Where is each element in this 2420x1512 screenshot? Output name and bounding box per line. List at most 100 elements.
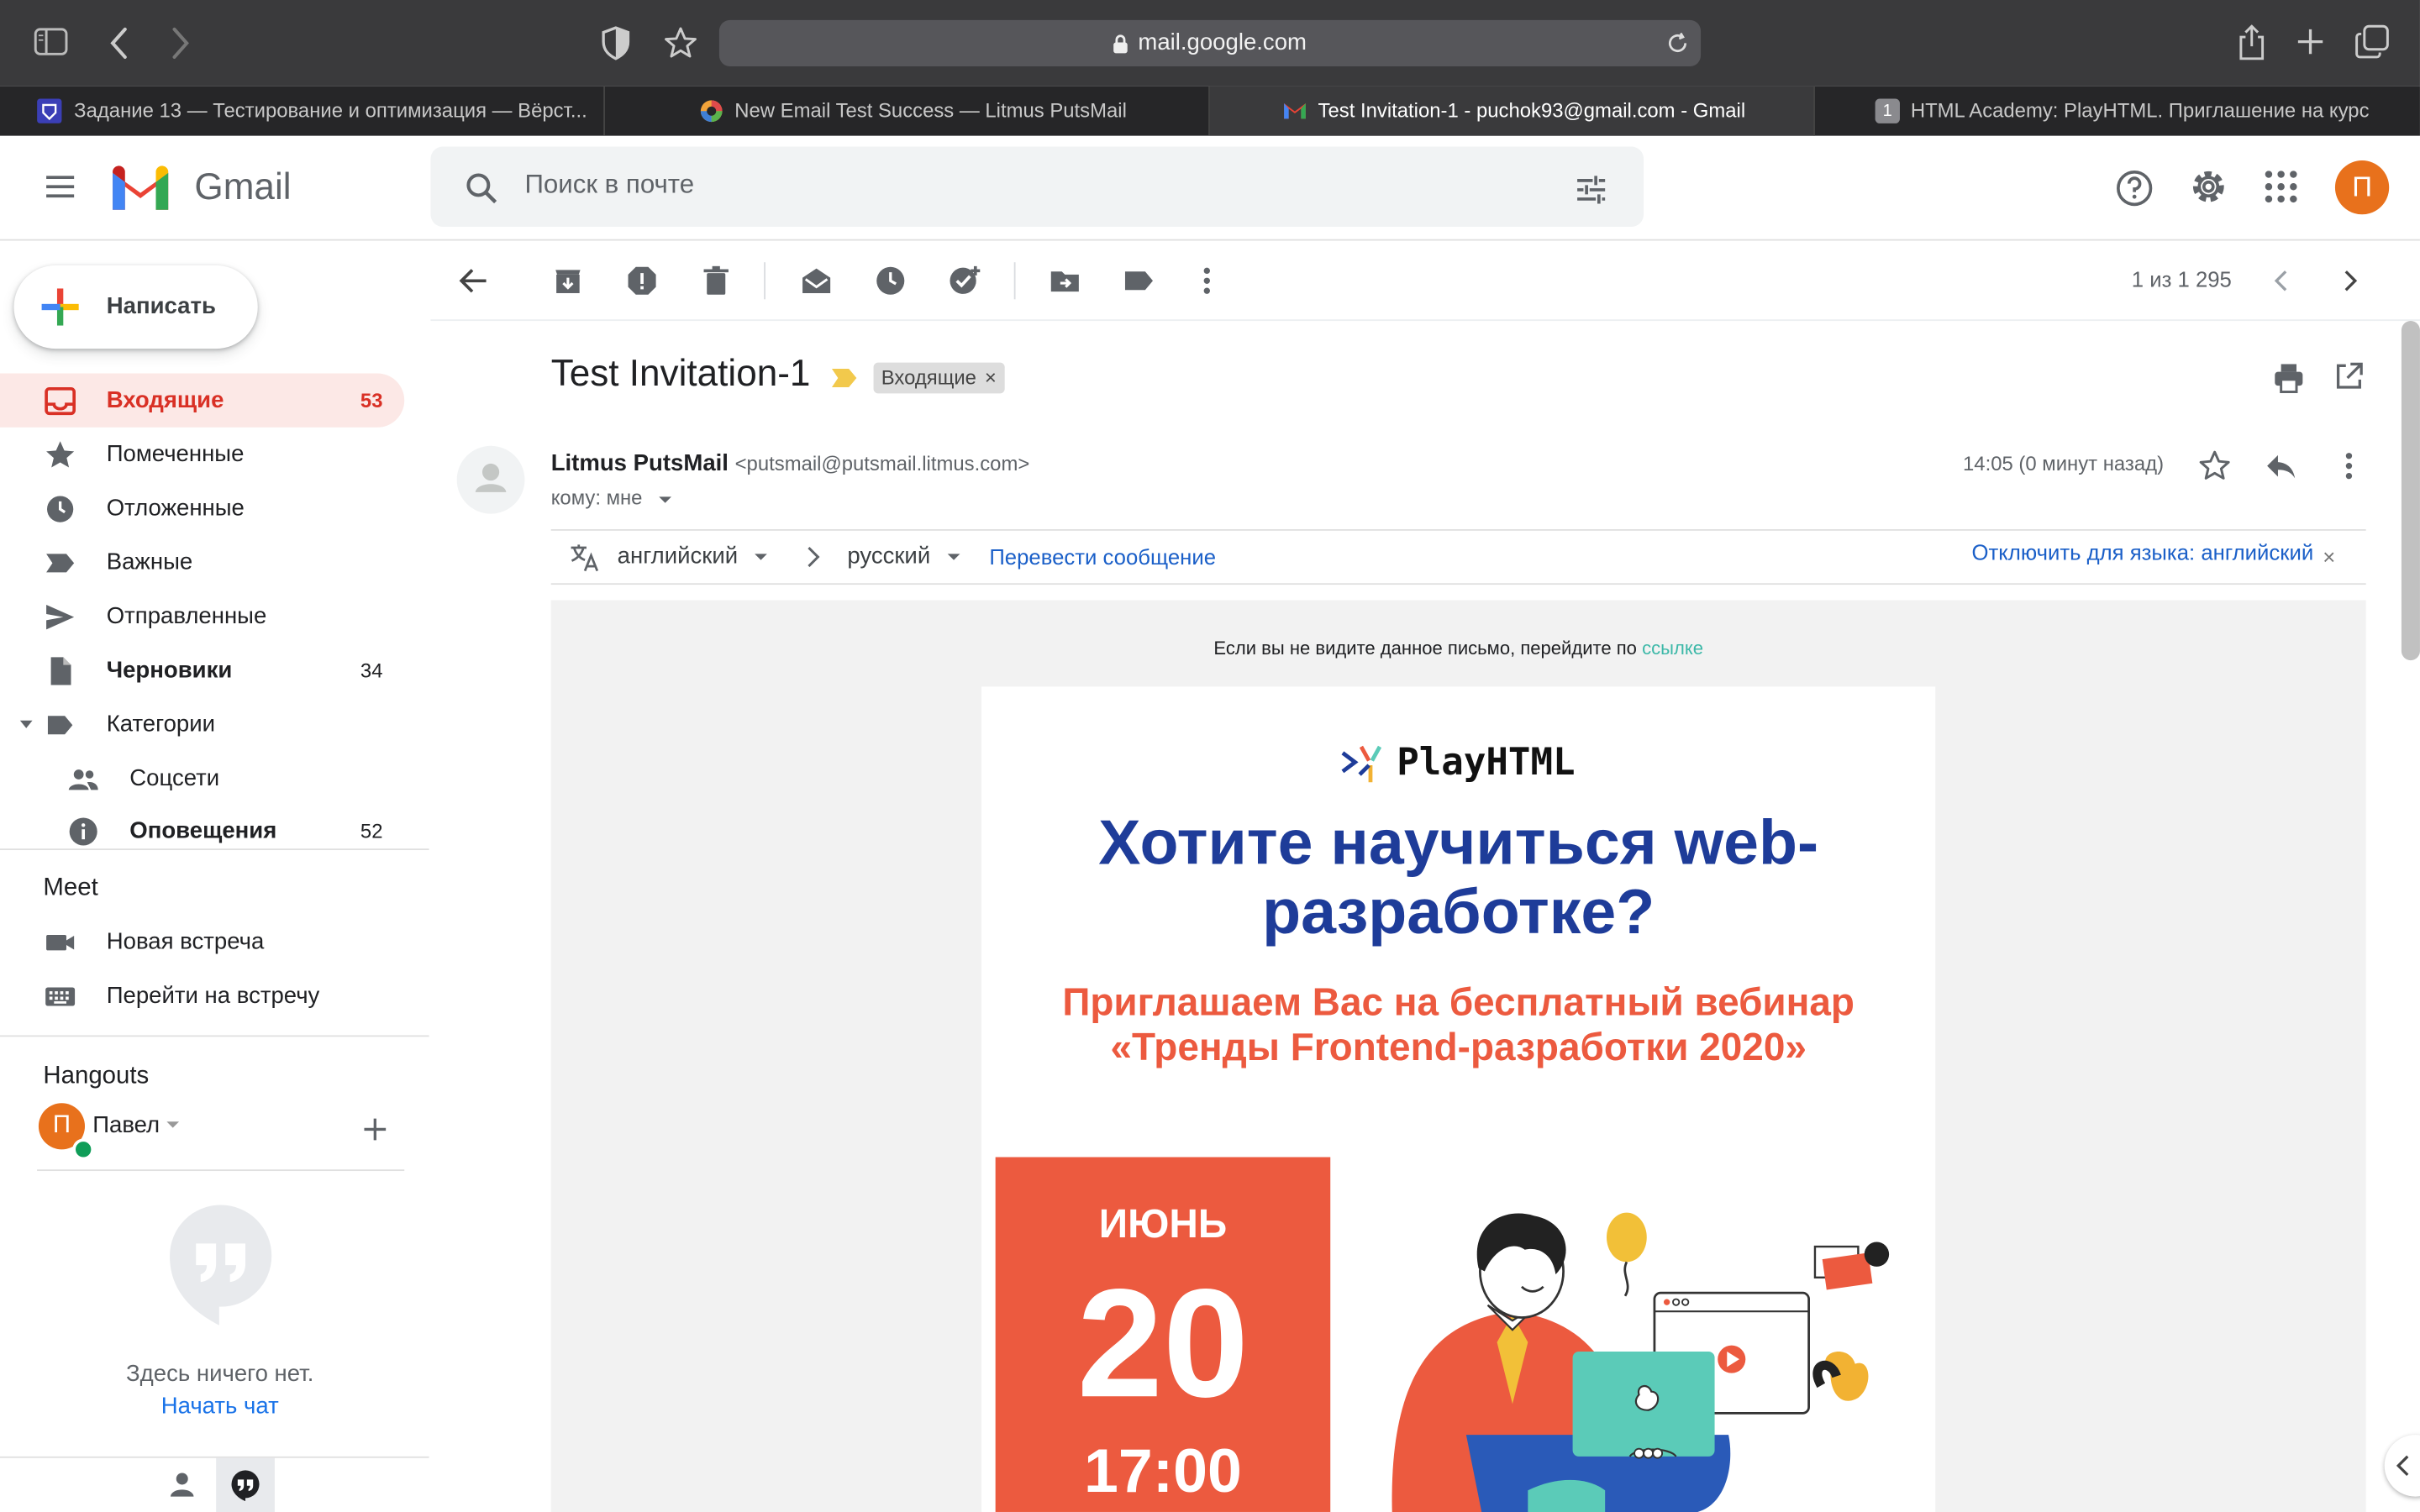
move-to-icon[interactable] bbox=[1048, 264, 1081, 297]
shield-icon[interactable] bbox=[602, 26, 630, 60]
page-scrollbar-thumb[interactable] bbox=[2401, 321, 2420, 661]
inbox-label-chip[interactable]: Входящие × bbox=[873, 362, 1005, 394]
translate-icon bbox=[568, 540, 602, 574]
sidebar-item-categories[interactable]: Категории bbox=[0, 697, 404, 751]
sender-name[interactable]: Litmus PutsMail bbox=[551, 450, 729, 476]
reply-icon[interactable] bbox=[2264, 450, 2297, 481]
delete-icon[interactable] bbox=[699, 264, 733, 297]
target-language-label: русский bbox=[847, 543, 931, 570]
tab-gmail[interactable]: Test Invitation-1 - puchok93@gmail.com -… bbox=[1209, 86, 1815, 136]
draft-icon bbox=[43, 654, 76, 688]
tab-htmlacademy-task[interactable]: Задание 13 — Тестирование и оптимизация … bbox=[0, 86, 605, 136]
chevron-left-icon bbox=[2394, 1453, 2412, 1478]
message-more-icon[interactable] bbox=[2332, 449, 2365, 482]
side-panel-toggle[interactable] bbox=[2384, 1435, 2420, 1497]
address-bar[interactable]: mail.google.com bbox=[718, 19, 1702, 66]
bookmark-star-icon[interactable] bbox=[664, 26, 697, 60]
preheader-link[interactable]: ссылке bbox=[1642, 638, 1703, 659]
expand-arrow-icon[interactable] bbox=[18, 719, 34, 730]
older-chevron-icon[interactable] bbox=[2332, 264, 2365, 297]
hangouts-user-name[interactable]: Павел bbox=[92, 1112, 160, 1138]
sidebar-item-label: Отправленные bbox=[106, 603, 267, 630]
add-contact-icon[interactable] bbox=[363, 1117, 387, 1142]
account-avatar[interactable]: П bbox=[2334, 160, 2390, 215]
hangouts-tab-button[interactable] bbox=[216, 1457, 275, 1512]
label-as-icon[interactable] bbox=[1122, 264, 1155, 297]
email-subheadline: Приглашаем Вас на бесплатный вебинар «Тр… bbox=[1062, 981, 1854, 1069]
recipient-text: кому: мне bbox=[550, 486, 643, 510]
user-dropdown-icon[interactable] bbox=[166, 1120, 181, 1129]
snooze-icon[interactable] bbox=[874, 264, 908, 297]
star-message-icon[interactable] bbox=[2197, 449, 2231, 482]
tab-litmus-putsmail[interactable]: New Email Test Success — Litmus PutsMail bbox=[605, 86, 1210, 136]
disable-translation-link[interactable]: Отключить для языка: английский bbox=[1806, 540, 2314, 564]
sidebar-item-label: Помеченные bbox=[106, 441, 245, 468]
sidebar-item-inbox[interactable]: Входящие 53 bbox=[0, 373, 405, 428]
sidebar-toggle-icon[interactable] bbox=[34, 28, 68, 55]
sidebar-item-starred[interactable]: Помеченные bbox=[0, 428, 404, 481]
settings-gear-icon[interactable] bbox=[2188, 166, 2228, 207]
event-time: 17:00 bbox=[1083, 1437, 1242, 1506]
report-spam-icon[interactable] bbox=[625, 264, 659, 297]
importance-marker-icon[interactable] bbox=[830, 365, 858, 390]
hangouts-empty-text: Здесь ничего нет. bbox=[126, 1360, 314, 1388]
sidebar-divider bbox=[0, 1035, 429, 1037]
sidebar-item-snoozed[interactable]: Отложенные bbox=[0, 481, 404, 535]
search-icon[interactable] bbox=[463, 170, 500, 207]
share-icon[interactable] bbox=[2238, 24, 2265, 61]
apps-grid-icon[interactable] bbox=[2264, 170, 2297, 203]
open-in-new-window-icon[interactable] bbox=[2333, 361, 2365, 392]
back-icon[interactable] bbox=[108, 26, 130, 60]
gmail-logo-text: Gmail bbox=[194, 166, 292, 208]
add-task-icon[interactable] bbox=[948, 264, 981, 297]
search-options-icon[interactable] bbox=[1573, 171, 1610, 208]
sidebar-item-sent[interactable]: Отправленные bbox=[0, 590, 404, 643]
target-language-select[interactable]: русский bbox=[847, 543, 961, 570]
recipient-details-icon[interactable] bbox=[657, 495, 672, 504]
remove-label-icon[interactable]: × bbox=[985, 363, 997, 394]
meet-item-label: Перейти на встречу bbox=[106, 982, 320, 1010]
playhtml-logo-icon[interactable] bbox=[1339, 741, 1386, 787]
print-icon[interactable] bbox=[2272, 361, 2306, 395]
gmail-logo-icon[interactable] bbox=[108, 164, 173, 213]
help-icon[interactable] bbox=[2114, 168, 2154, 208]
more-vert-icon[interactable] bbox=[1190, 264, 1223, 297]
translate-message-link[interactable]: Перевести сообщение bbox=[989, 544, 1216, 569]
sidebar-item-label: Соцсети bbox=[129, 765, 220, 792]
meet-new-meeting[interactable]: Новая встреча bbox=[0, 915, 404, 969]
dropdown-arrow-icon bbox=[946, 553, 961, 562]
newer-chevron-icon[interactable] bbox=[2265, 264, 2299, 297]
browser-toolbar: mail.google.com bbox=[0, 0, 2420, 87]
start-chat-link[interactable]: Начать чат bbox=[0, 1394, 439, 1420]
preheader-line: Если вы не видите данное письмо, перейди… bbox=[551, 638, 2366, 659]
toolbar-separator bbox=[764, 262, 766, 300]
tab-overview-icon[interactable] bbox=[2355, 24, 2389, 59]
clock-icon bbox=[43, 492, 76, 526]
contacts-person-icon[interactable] bbox=[166, 1469, 197, 1500]
info-icon bbox=[66, 815, 100, 848]
important-icon bbox=[43, 546, 76, 580]
reload-icon[interactable] bbox=[1667, 32, 1689, 55]
new-tab-icon[interactable] bbox=[2296, 28, 2324, 55]
label-chip-text: Входящие bbox=[881, 365, 976, 389]
source-language-label: английский bbox=[617, 543, 739, 570]
mark-unread-icon[interactable] bbox=[799, 264, 833, 297]
tab-playhtml[interactable]: 1 HTML Academy: PlayHTML. Приглашение на… bbox=[1815, 87, 2420, 136]
main-menu-icon[interactable] bbox=[43, 170, 76, 203]
sidebar-item-social[interactable]: Соцсети bbox=[0, 751, 404, 805]
archive-icon[interactable] bbox=[551, 264, 585, 297]
source-language-select[interactable]: английский bbox=[618, 543, 770, 570]
forward-icon[interactable] bbox=[170, 26, 192, 60]
recipient-line[interactable]: кому: мне bbox=[550, 486, 673, 510]
people-icon bbox=[66, 762, 100, 795]
inbox-icon bbox=[43, 384, 76, 417]
sender-email: <putsmail@putsmail.litmus.com> bbox=[734, 452, 1030, 475]
sidebar-item-drafts[interactable]: Черновики 34 bbox=[0, 643, 404, 697]
search-input[interactable]: Поиск в почте bbox=[524, 170, 694, 201]
back-to-inbox-icon[interactable] bbox=[457, 264, 491, 297]
sidebar-item-important[interactable]: Важные bbox=[0, 535, 404, 589]
close-translate-icon[interactable]: × bbox=[2323, 544, 2335, 569]
meet-join-meeting[interactable]: Перейти на встречу bbox=[0, 969, 404, 1022]
sidebar-item-label: Категории bbox=[106, 711, 216, 738]
sender-avatar[interactable] bbox=[456, 445, 525, 514]
